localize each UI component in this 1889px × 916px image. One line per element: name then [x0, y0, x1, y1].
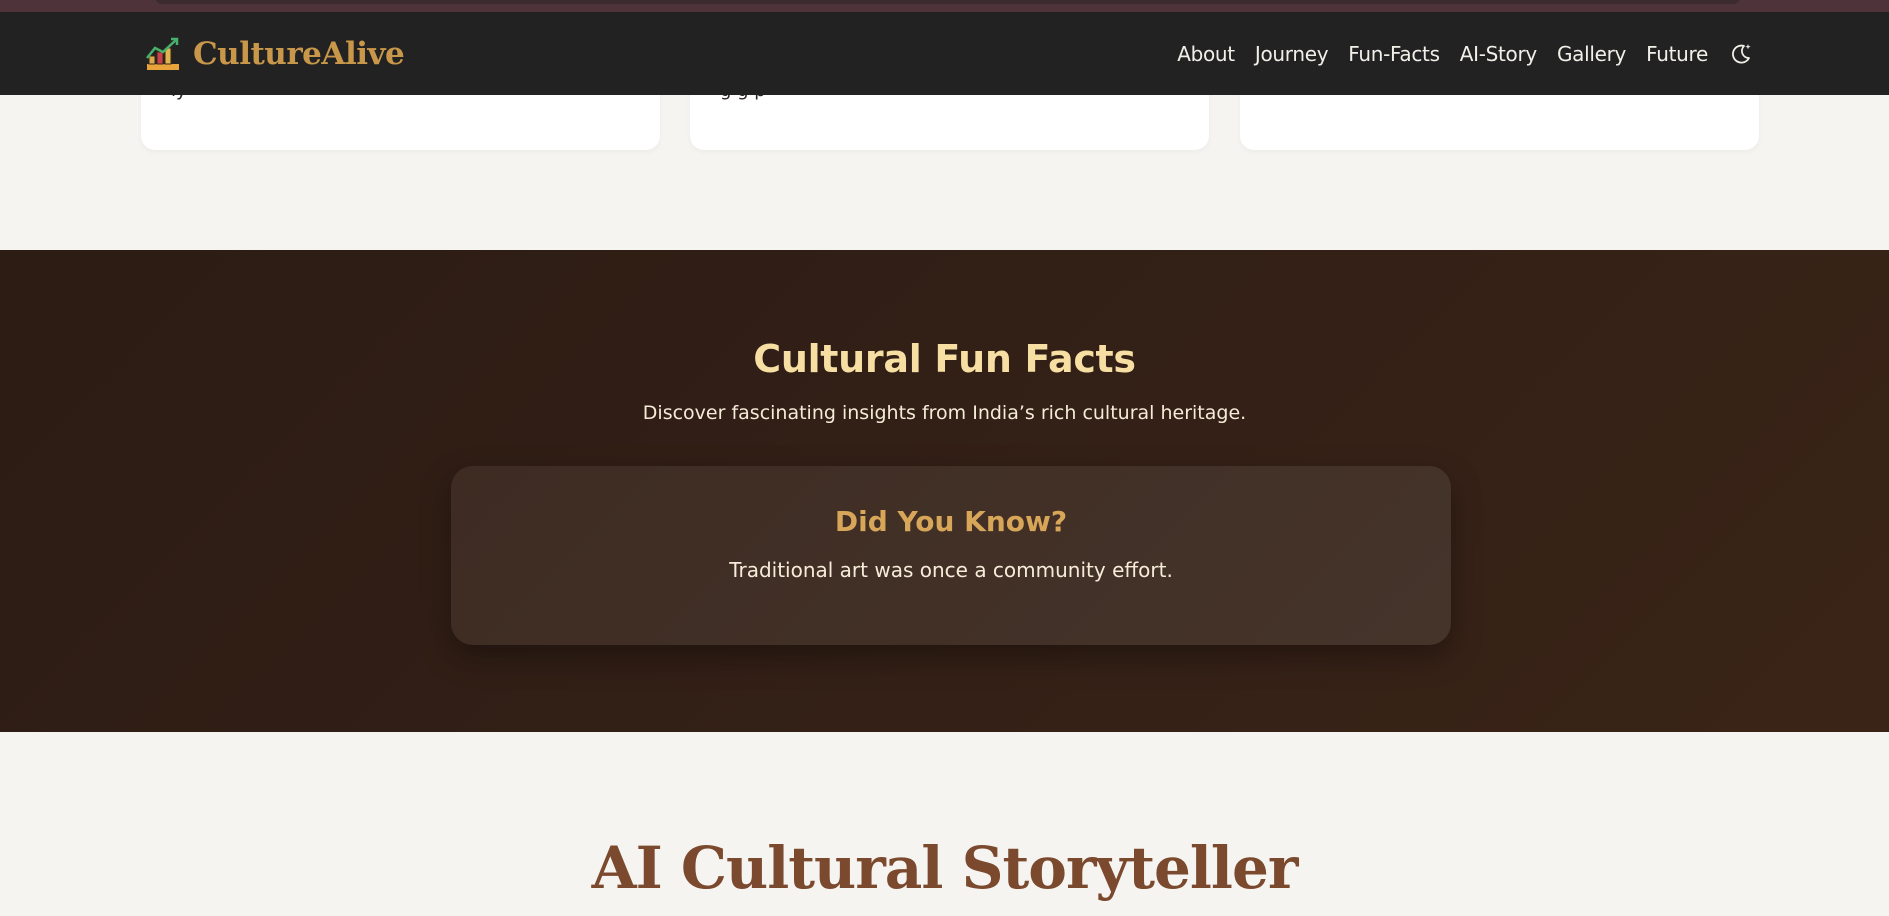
- theme-toggle-button[interactable]: [1728, 41, 1754, 67]
- nav-link-gallery[interactable]: Gallery: [1557, 42, 1626, 66]
- page: ly g g p CultureAlive About Journey Fun-…: [0, 0, 1889, 916]
- chart-rising-icon: [146, 37, 179, 70]
- nav-link-ai-story[interactable]: AI-Story: [1460, 42, 1538, 66]
- scroll-pill: [155, 0, 1740, 4]
- section-title: Cultural Fun Facts: [753, 337, 1136, 381]
- brand-link[interactable]: CultureAlive: [143, 34, 405, 74]
- fun-facts-section: Cultural Fun Facts Discover fascinating …: [0, 250, 1889, 732]
- nav-link-fun-facts[interactable]: Fun-Facts: [1348, 42, 1440, 66]
- moon-stars-icon: [1732, 44, 1751, 64]
- nav-links: About Journey Fun-Facts AI-Story Gallery…: [1177, 39, 1754, 69]
- section-subtitle: Discover fascinating insights from India…: [642, 402, 1247, 424]
- fact-heading: Did You Know?: [834, 505, 1068, 538]
- brand-name: CultureAlive: [193, 36, 405, 72]
- storyteller-title: AI Cultural Storyteller: [591, 834, 1299, 902]
- nav-link-about[interactable]: About: [1177, 42, 1235, 66]
- fact-card: Did You Know? Traditional art was once a…: [451, 466, 1451, 645]
- nav-link-future[interactable]: Future: [1646, 42, 1708, 66]
- top-scroll-strip: [0, 0, 1889, 12]
- navbar: CultureAlive About Journey Fun-Facts AI-…: [0, 12, 1889, 95]
- fact-text: Traditional art was once a community eff…: [729, 558, 1173, 582]
- nav-link-journey[interactable]: Journey: [1255, 42, 1329, 66]
